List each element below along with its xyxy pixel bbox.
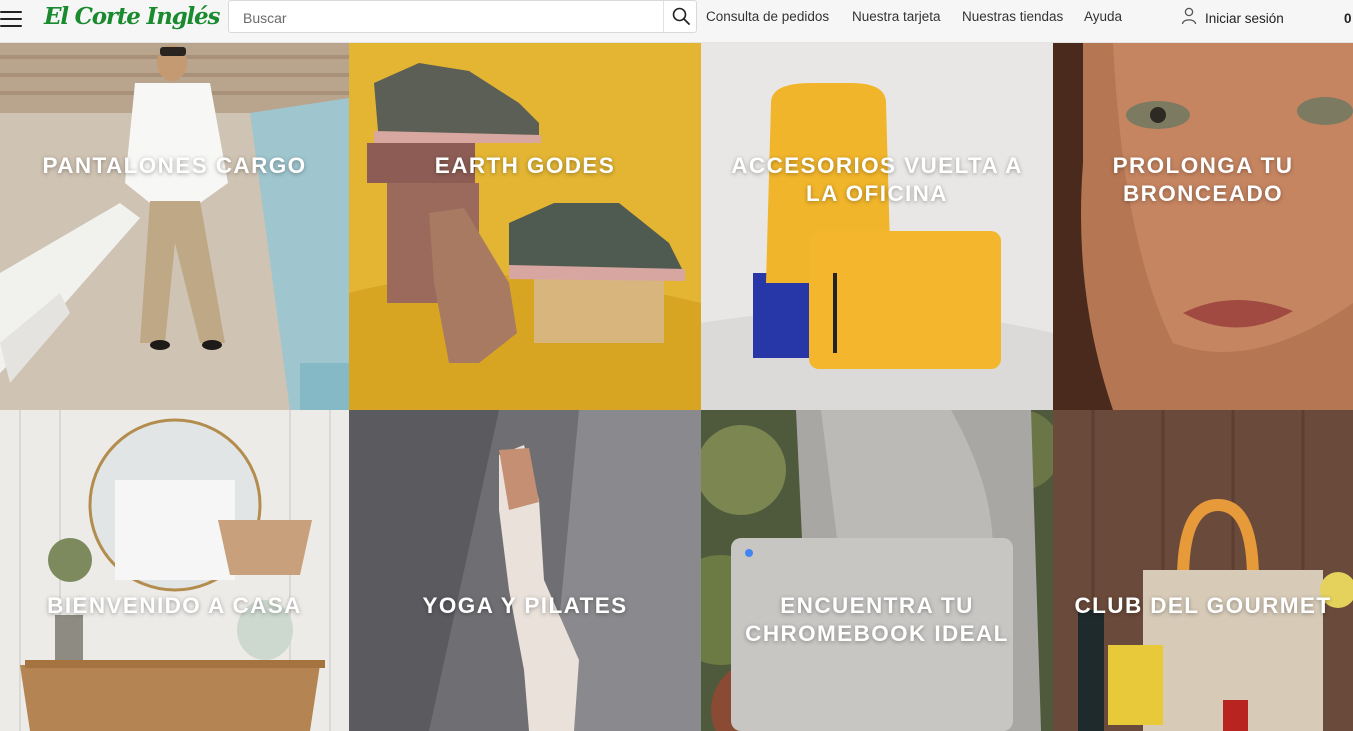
user-icon xyxy=(1181,7,1197,25)
tile-title: PROLONGA TU BRONCEADO xyxy=(1112,153,1294,206)
search-icon[interactable] xyxy=(671,6,691,26)
tile-image-gourmet-bag xyxy=(1053,410,1353,731)
tile-club-gourmet[interactable]: CLUB DEL GOURMET xyxy=(1053,410,1353,731)
tile-title: EARTH GODES xyxy=(434,153,616,178)
tile-image-woman-face xyxy=(1053,43,1353,410)
tile-image-yellow-backpack xyxy=(701,43,1053,410)
tile-image-yoga-legs xyxy=(349,410,701,731)
tile-yoga-pilates[interactable]: YOGA Y PILATES xyxy=(349,410,701,731)
search-input[interactable] xyxy=(241,1,665,34)
tile-chromebook[interactable]: ENCUENTRA TU CHROMEBOOK IDEAL xyxy=(701,410,1053,731)
tile-title: ENCUENTRA TU CHROMEBOOK IDEAL xyxy=(745,593,1009,646)
tile-image-sneakers xyxy=(349,43,701,410)
nav-link-help[interactable]: Ayuda xyxy=(1084,9,1122,25)
tile-title: PANTALONES CARGO xyxy=(42,153,307,178)
tile-pantalones-cargo[interactable]: PANTALONES CARGO xyxy=(0,43,349,410)
tile-title: BIENVENIDO A CASA xyxy=(47,593,302,618)
nav-link-our-card[interactable]: Nuestra tarjeta xyxy=(852,9,941,25)
store-logo[interactable]: El Corte Inglés xyxy=(44,0,220,34)
tile-title: ACCESORIOS VUELTA A LA OFICINA xyxy=(731,153,1023,206)
tile-image-home-decor xyxy=(0,410,349,731)
nav-link-order-status[interactable]: Consulta de pedidos xyxy=(706,9,829,25)
top-header: El Corte Inglés Consulta de pedidos Nues… xyxy=(0,0,1353,43)
tile-earth-godes[interactable]: EARTH GODES xyxy=(349,43,701,410)
tile-prolonga-bronceado[interactable]: PROLONGA TU BRONCEADO xyxy=(1053,43,1353,410)
tile-accesorios-oficina[interactable]: ACCESORIOS VUELTA A LA OFICINA xyxy=(701,43,1053,410)
tile-title: CLUB DEL GOURMET xyxy=(1074,593,1332,618)
search-bar xyxy=(228,0,697,34)
login-label: Iniciar sesión xyxy=(1205,11,1284,26)
hamburger-menu-icon[interactable] xyxy=(0,10,22,28)
nav-link-our-stores[interactable]: Nuestras tiendas xyxy=(962,9,1063,25)
tile-image-woman-cargo-pants xyxy=(0,43,349,410)
tile-bienvenido-casa[interactable]: BIENVENIDO A CASA xyxy=(0,410,349,731)
search-divider xyxy=(663,1,664,32)
tile-image-chromebook xyxy=(701,410,1053,731)
cart-count-badge[interactable]: 0 xyxy=(1344,11,1352,26)
tile-title: YOGA Y PILATES xyxy=(422,593,628,618)
